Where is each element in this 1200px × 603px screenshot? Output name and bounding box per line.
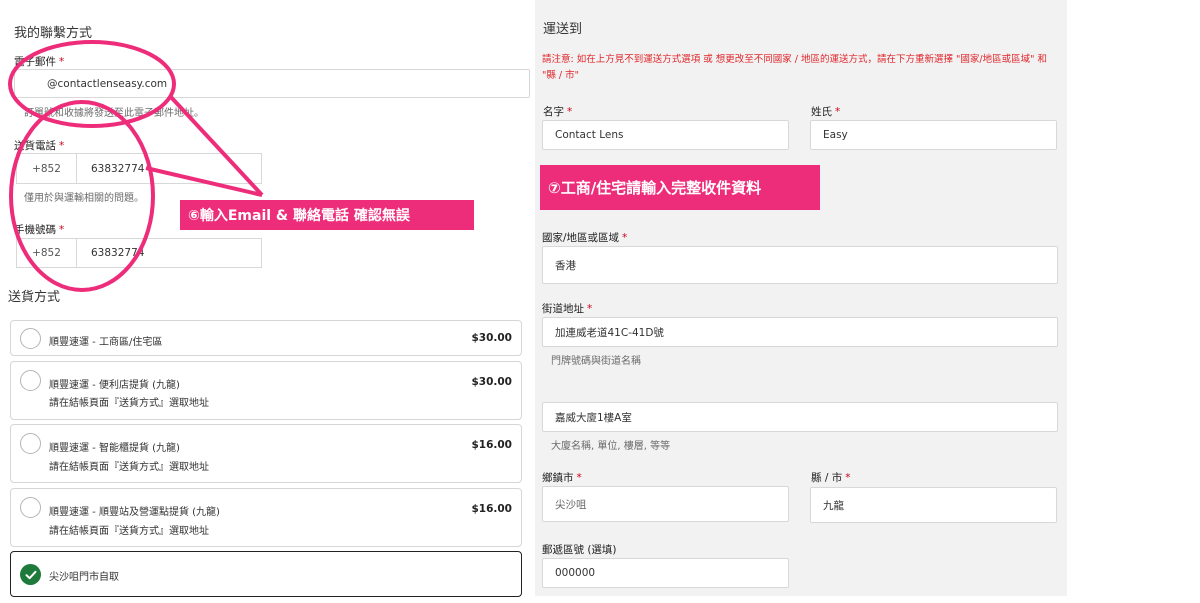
shipping-option-name: 尖沙咀門市自取 [49, 572, 119, 583]
street-hint: 門牌號碼與街道名稱 [551, 356, 641, 367]
town-field[interactable]: 尖沙咀 [542, 486, 789, 522]
country-label: 國家/地區或區域 * [542, 230, 627, 245]
required-mark: * [622, 232, 628, 244]
country-label-text: 國家/地區或區域 [542, 232, 620, 244]
county-value: 九龍 [823, 499, 844, 512]
required-mark: * [835, 106, 841, 118]
shipping-option-price: $16.00 [471, 503, 512, 515]
shipping-option-name: 順豐速運 - 便利店提貨 (九龍) [49, 380, 180, 391]
country-select[interactable]: 香港 [542, 246, 1058, 284]
check-icon[interactable] [20, 564, 41, 585]
address-section-title: 運送到 [543, 22, 583, 37]
town-label-text: 鄉鎮市 [542, 472, 574, 484]
country-value: 香港 [555, 259, 576, 272]
shipping-option[interactable]: 順豐速運 - 便利店提貨 (九龍) 請在結帳頁面『送貨方式』選取地址 $30.0… [10, 361, 522, 420]
street-label-text: 街道地址 [542, 303, 584, 315]
county-select[interactable]: 九龍 [810, 487, 1057, 523]
shipping-option-note: 請在結帳頁面『送貨方式』選取地址 [49, 398, 209, 409]
radio-button[interactable] [20, 433, 41, 454]
shipping-option-name: 順豐速運 - 智能櫃提貨 (九龍) [49, 443, 180, 454]
shipping-option[interactable]: 順豐速運 - 順豐站及營運點提貨 (九龍) 請在結帳頁面『送貨方式』選取地址 $… [10, 488, 522, 547]
street-value: 加連威老道41C-41D號 [555, 326, 664, 339]
postcode-label: 郵遞區號 (選填) [542, 544, 617, 556]
shipping-option-price: $30.00 [471, 376, 512, 388]
required-mark: * [587, 303, 593, 315]
last-name-field[interactable]: Easy [810, 120, 1057, 150]
contact-column: 我的聯繫方式 電子郵件 * @contactlenseasy.com 訂單號和收據… [0, 0, 535, 603]
postcode-field[interactable]: 000000 [542, 558, 789, 588]
shipping-option-selected[interactable]: 尖沙咀門市自取 [10, 551, 522, 597]
radio-button[interactable] [20, 328, 41, 349]
last-name-label: 姓氏 * [811, 104, 840, 119]
street2-field[interactable]: 嘉威大廈1樓A室 [542, 402, 1058, 432]
shipping-address-panel: 運送到 請注意: 如在上方見不到運送方式選項 或 想更改至不同國家 / 地區的運… [535, 0, 1067, 596]
address-annotation-label: ⑦工商/住宅請輸入完整收件資料 [540, 165, 820, 210]
annotation-overlay [8, 40, 264, 292]
contact-annotation-label: ⑥輸入Email & 聯絡電話 確認無誤 [180, 200, 474, 230]
shipping-option-note: 請在結帳頁面『送貨方式』選取地址 [49, 462, 209, 473]
first-name-field[interactable]: Contact Lens [542, 120, 789, 150]
first-name-value: Contact Lens [555, 129, 624, 141]
required-mark: * [845, 472, 851, 484]
postcode-value: 000000 [555, 567, 596, 579]
shipping-option-price: $16.00 [471, 439, 512, 451]
shipping-option-name: 順豐速運 - 工商區/住宅區 [49, 337, 163, 348]
shipping-option-note: 請在結帳頁面『送貨方式』選取地址 [49, 526, 209, 537]
street2-hint: 大廈名稱, 單位, 樓層, 等等 [551, 441, 671, 452]
town-label: 鄉鎮市 * [542, 470, 582, 485]
last-name-label-text: 姓氏 [811, 106, 832, 118]
street-field[interactable]: 加連威老道41C-41D號 [542, 317, 1058, 347]
first-name-label: 名字 * [543, 104, 572, 119]
county-label-text: 縣 / 市 [811, 472, 843, 484]
shipping-warning: 請注意: 如在上方見不到運送方式選項 或 想更改至不同國家 / 地區的運送方式，… [542, 54, 1047, 81]
shipping-option-name: 順豐速運 - 順豐站及營運點提貨 (九龍) [49, 507, 220, 518]
shipping-option[interactable]: 順豐速運 - 工商區/住宅區 $30.00 [10, 320, 522, 356]
last-name-value: Easy [823, 129, 848, 141]
required-mark: * [567, 106, 573, 118]
radio-button[interactable] [20, 497, 41, 518]
street2-value: 嘉威大廈1樓A室 [555, 411, 632, 424]
first-name-label-text: 名字 [543, 106, 564, 118]
county-label: 縣 / 市 * [811, 470, 850, 485]
street-label: 街道地址 * [542, 301, 592, 316]
shipping-option[interactable]: 順豐速運 - 智能櫃提貨 (九龍) 請在結帳頁面『送貨方式』選取地址 $16.0… [10, 424, 522, 483]
radio-button[interactable] [20, 370, 41, 391]
required-mark: * [576, 472, 582, 484]
shipping-option-price: $30.00 [471, 332, 512, 344]
town-value: 尖沙咀 [555, 498, 587, 511]
